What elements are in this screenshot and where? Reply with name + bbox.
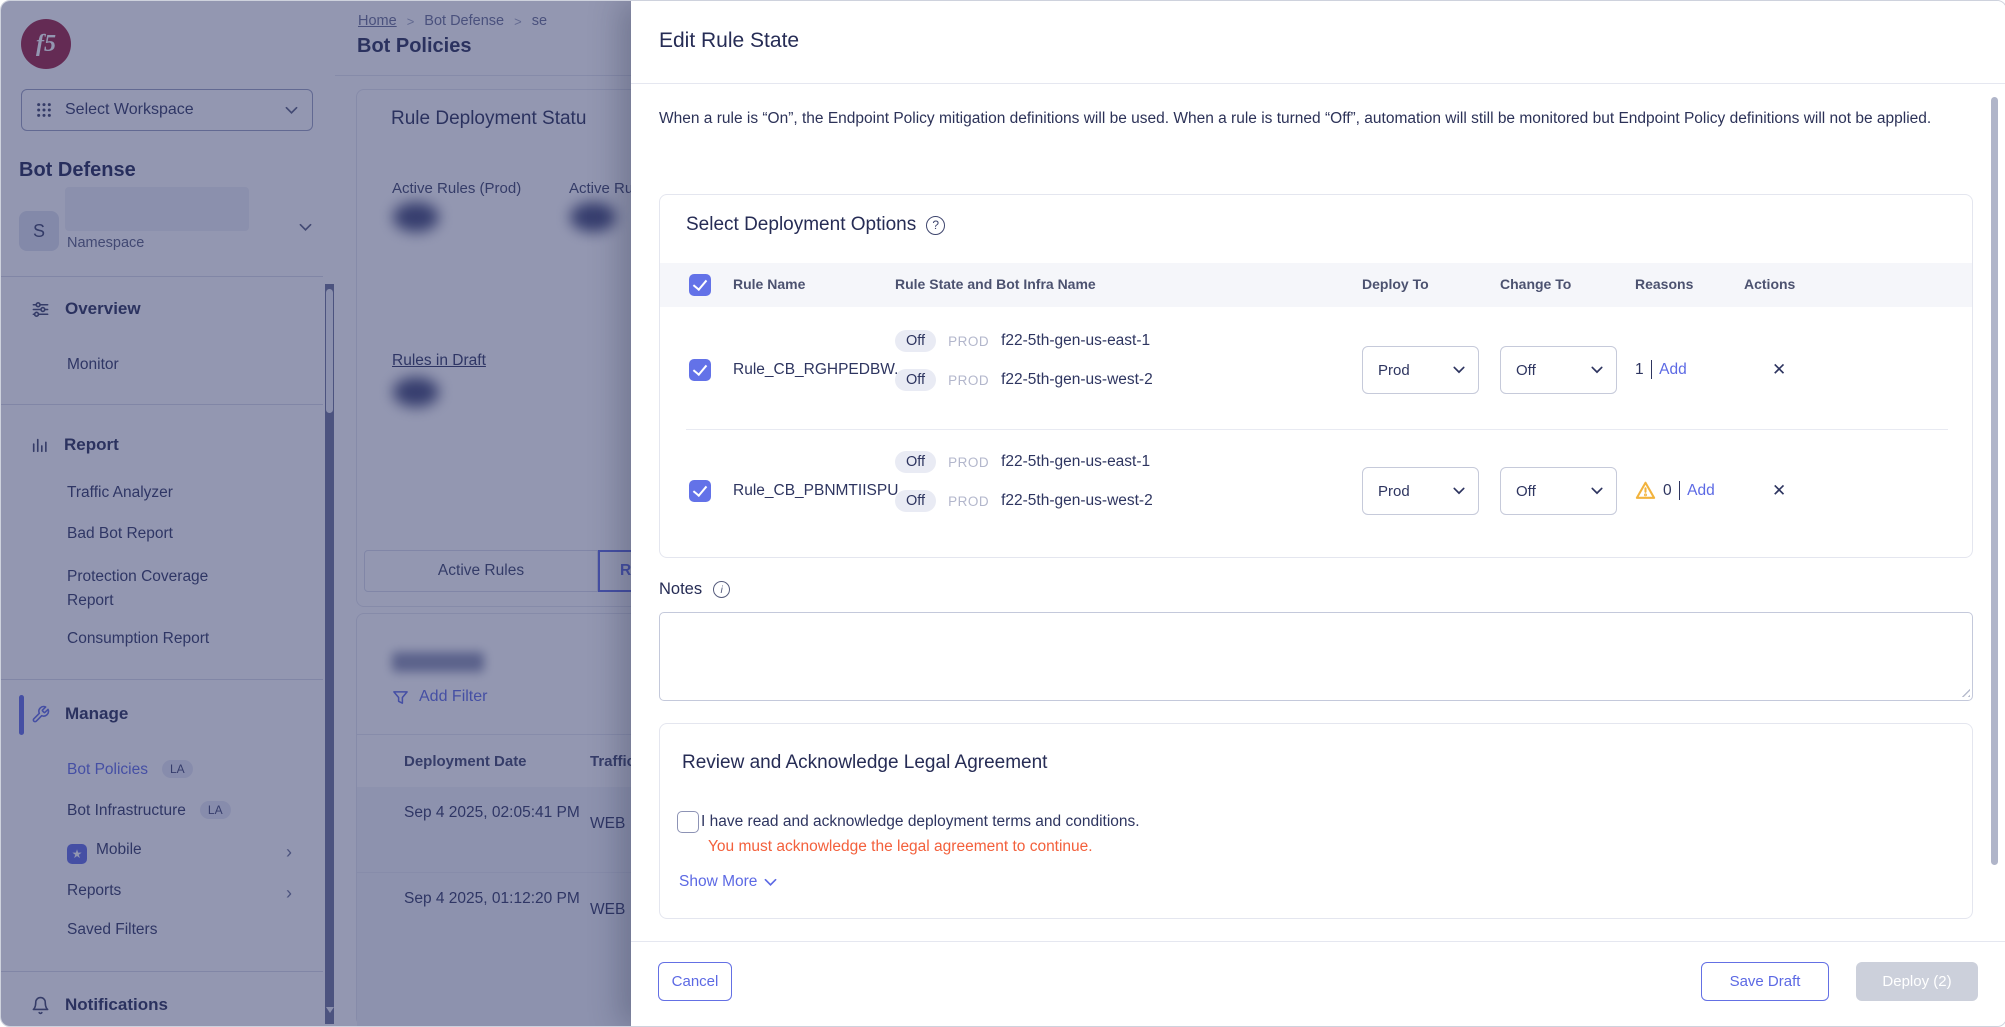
show-more-label: Show More [679, 873, 757, 891]
edit-rule-state-modal: Edit Rule State When a rule is “On”, the… [631, 1, 2005, 1026]
add-reason-link[interactable]: Add [1659, 361, 1687, 379]
chevron-down-icon [1591, 366, 1603, 374]
env-label: PROD [948, 455, 989, 470]
notes-label-row: Notes i [659, 580, 730, 599]
infra-name: f22-5th-gen-us-west-2 [1001, 371, 1153, 389]
modal-description: When a rule is “On”, the Endpoint Policy… [659, 104, 1964, 133]
column-rule-name: Rule Name [733, 276, 805, 292]
reasons-count: 0 [1663, 482, 1672, 500]
infra-name: f22-5th-gen-us-east-1 [1001, 453, 1150, 471]
deploy-button[interactable]: Deploy (2) [1856, 962, 1978, 1001]
infra-line: Off PROD f22-5th-gen-us-east-1 [895, 326, 1153, 356]
select-value: Off [1516, 483, 1536, 500]
remove-row-button[interactable]: ✕ [1772, 310, 1786, 429]
rule-state-cell: Off PROD f22-5th-gen-us-east-1 Off PROD … [895, 326, 1153, 395]
option-row: Rule_CB_RGHPEDBW... Off PROD f22-5th-gen… [660, 310, 1972, 429]
app-window: f5 Select Workspace Bot Defense S Namesp… [0, 0, 2005, 1027]
help-icon[interactable]: ? [926, 216, 945, 235]
legal-agreement-label: I have read and acknowledge deployment t… [701, 813, 1140, 831]
notes-textarea[interactable] [659, 612, 1973, 701]
option-row: Rule_CB_PBNMTIISPU Off PROD f22-5th-gen-… [660, 431, 1972, 550]
modal-scrollbar-thumb[interactable] [1991, 97, 1998, 865]
notes-label: Notes [659, 580, 702, 599]
reasons-cell: 0 Add [1635, 431, 1715, 550]
reasons-cell: 1 Add [1635, 310, 1687, 429]
legal-agreement-error: You must acknowledge the legal agreement… [708, 838, 1093, 856]
chevron-down-icon [1453, 366, 1465, 374]
row-divider [686, 429, 1948, 430]
rule-state-cell: Off PROD f22-5th-gen-us-east-1 Off PROD … [895, 447, 1153, 516]
deploy-to-select[interactable]: Prod [1362, 346, 1479, 394]
env-label: PROD [948, 334, 989, 349]
info-icon[interactable]: i [713, 581, 730, 598]
change-to-select[interactable]: Off [1500, 346, 1617, 394]
select-value: Prod [1378, 483, 1410, 500]
deploy-to-select[interactable]: Prod [1362, 467, 1479, 515]
show-more-link[interactable]: Show More [679, 873, 777, 891]
legal-agreement-card: Review and Acknowledge Legal Agreement I… [659, 723, 1973, 919]
env-label: PROD [948, 373, 989, 388]
close-icon: ✕ [1772, 360, 1786, 380]
infra-line: Off PROD f22-5th-gen-us-west-2 [895, 365, 1153, 395]
deployment-options-title: Select Deployment Options [686, 214, 916, 236]
chevron-down-icon [764, 878, 777, 887]
select-value: Off [1516, 362, 1536, 379]
warning-icon [1635, 481, 1656, 500]
rule-name-cell: Rule_CB_PBNMTIISPU [733, 431, 898, 550]
column-reasons: Reasons [1635, 276, 1693, 292]
infra-line: Off PROD f22-5th-gen-us-east-1 [895, 447, 1153, 477]
row-checkbox[interactable] [689, 480, 711, 502]
deployment-options-title-row: Select Deployment Options ? [686, 214, 945, 236]
rule-state-pill: Off [895, 451, 936, 473]
column-rule-state: Rule State and Bot Infra Name [895, 276, 1096, 292]
modal-title: Edit Rule State [659, 29, 799, 53]
chevron-down-icon [1591, 487, 1603, 495]
infra-line: Off PROD f22-5th-gen-us-west-2 [895, 486, 1153, 516]
column-change-to: Change To [1500, 276, 1571, 292]
reasons-separator [1651, 360, 1653, 379]
modal-backdrop[interactable] [1, 1, 633, 1026]
add-reason-link[interactable]: Add [1687, 482, 1715, 500]
modal-footer-divider [631, 941, 2005, 942]
rule-state-pill: Off [895, 490, 936, 512]
cancel-button[interactable]: Cancel [658, 962, 732, 1001]
close-icon: ✕ [1772, 481, 1786, 501]
chevron-down-icon [1453, 487, 1465, 495]
infra-name: f22-5th-gen-us-east-1 [1001, 332, 1150, 350]
select-value: Prod [1378, 362, 1410, 379]
rule-name-cell: Rule_CB_RGHPEDBW... [733, 310, 907, 429]
reasons-separator [1679, 481, 1681, 500]
change-to-select[interactable]: Off [1500, 467, 1617, 515]
save-draft-button[interactable]: Save Draft [1701, 962, 1829, 1001]
env-label: PROD [948, 494, 989, 509]
modal-header-divider [631, 83, 2005, 84]
row-checkbox[interactable] [689, 359, 711, 381]
legal-agreement-title: Review and Acknowledge Legal Agreement [682, 752, 1047, 774]
rule-state-pill: Off [895, 330, 936, 352]
options-table-header: Rule Name Rule State and Bot Infra Name … [660, 263, 1972, 307]
rule-state-pill: Off [895, 369, 936, 391]
reasons-count: 1 [1635, 361, 1644, 379]
column-actions: Actions [1744, 276, 1795, 292]
legal-agreement-checkbox[interactable] [677, 811, 699, 833]
remove-row-button[interactable]: ✕ [1772, 431, 1786, 550]
column-deploy-to: Deploy To [1362, 276, 1429, 292]
select-all-checkbox[interactable] [689, 274, 711, 296]
deployment-options-card: Select Deployment Options ? Rule Name Ru… [659, 194, 1973, 558]
notes-field-wrapper [659, 612, 1973, 701]
infra-name: f22-5th-gen-us-west-2 [1001, 492, 1153, 510]
